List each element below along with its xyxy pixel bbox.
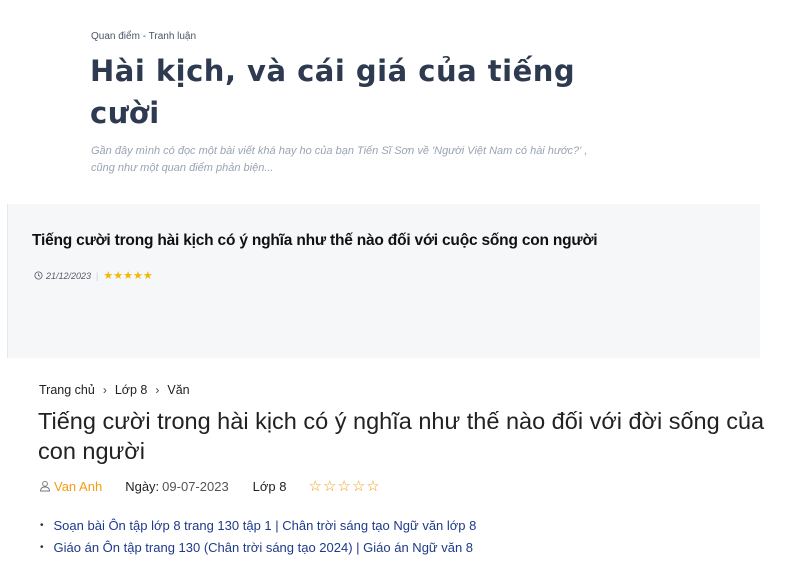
related-link-1[interactable]: Soạn bài Ôn tập lớp 8 trang 130 tập 1 | … [54,515,477,537]
page-title: Tiếng cười trong hài kịch có ý nghĩa như… [38,408,765,464]
bullet: • [40,542,44,553]
opinion-article-card: Quan điểm - Tranh luận Hài kịch, và cái … [0,0,801,200]
grade-label[interactable]: Lớp 8 [253,479,287,494]
publish-date: 09-07-2023 [162,478,229,494]
question-title[interactable]: Tiếng cười trong hài kịch có ý nghĩa như… [32,232,598,250]
lesson-meta: Van Anh Ngày: 09-07-2023 Lớp 8 ☆☆☆☆☆ [39,477,381,495]
meta-separator: | [96,270,99,281]
author-link[interactable]: Van Anh [54,479,102,494]
star-rating: ★★★★★ [103,270,153,282]
chevron-right-icon: › [102,383,107,397]
list-item: • Soạn bài Ôn tập lớp 8 trang 130 tập 1 … [40,515,476,537]
rating-stars[interactable]: ☆☆☆☆☆ [309,477,381,495]
article-excerpt: Gần đây mình có đọc một bài viết khá hay… [91,145,588,174]
bullet: • [40,520,44,531]
lesson-page: Trang chủ › Lớp 8 › Văn Tiếng cười trong… [0,360,801,579]
question-meta: 21/12/2023 | ★★★★★ [34,269,153,282]
article-title[interactable]: Hài kịch, và cái giá của tiếng cười [90,50,610,134]
related-links: • Soạn bài Ôn tập lớp 8 trang 130 tập 1 … [40,515,476,559]
related-link-2[interactable]: Giáo án Ôn tập trang 130 (Chân trời sáng… [54,537,474,559]
user-icon [40,480,50,492]
breadcrumb-subject[interactable]: Văn [167,383,189,397]
breadcrumb: Trang chủ › Lớp 8 › Văn [39,383,190,397]
question-date: 21/12/2023 [46,270,92,281]
clock-icon [34,271,43,280]
date-label: Ngày: [125,478,160,494]
breadcrumb-home[interactable]: Trang chủ [39,383,95,397]
article-category[interactable]: Quan điểm - Tranh luận [91,31,196,42]
breadcrumb-grade[interactable]: Lớp 8 [115,383,148,397]
list-item: • Giáo án Ôn tập trang 130 (Chân trời sá… [40,537,476,559]
chevron-right-icon: › [155,383,160,397]
question-card: Tiếng cười trong hài kịch có ý nghĩa như… [7,204,760,358]
